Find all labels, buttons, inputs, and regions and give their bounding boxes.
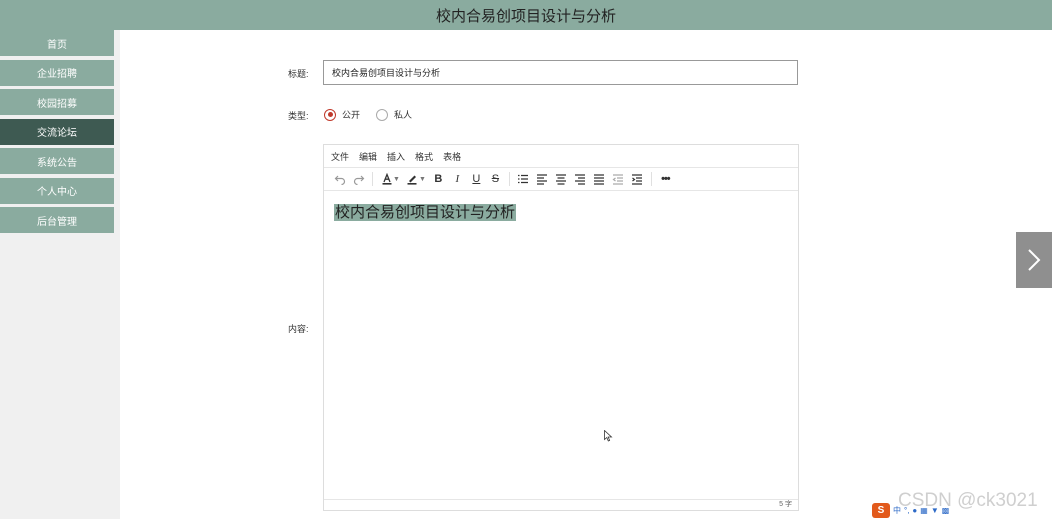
sogou-logo-icon[interactable]: S	[872, 503, 890, 518]
menu-edit[interactable]: 编辑	[359, 150, 377, 163]
align-center-icon[interactable]	[552, 170, 571, 188]
content-label: 内容:	[288, 324, 309, 334]
outdent-icon[interactable]	[609, 170, 628, 188]
editor-statusbar: 5 字	[324, 499, 798, 510]
radio-public[interactable]	[324, 108, 336, 121]
type-radio-group: 公开 私人	[324, 108, 428, 121]
punctuation-icon[interactable]: °,	[904, 506, 909, 515]
align-right-icon[interactable]	[571, 170, 590, 188]
editor-content-area[interactable]: 校内合易创项目设计与分析	[324, 191, 798, 497]
toolbar-divider	[650, 172, 652, 186]
italic-icon[interactable]: I	[448, 170, 467, 188]
editor-toolbar: ▼ ▼ B I U S •••	[324, 167, 798, 191]
indent-icon[interactable]	[628, 170, 647, 188]
radio-private[interactable]	[376, 108, 389, 121]
chevron-down-icon[interactable]: ▼	[393, 176, 400, 183]
radio-public-label[interactable]: 公开	[342, 108, 360, 121]
sidebar-item-campus-recruit[interactable]: 校园招募	[0, 89, 114, 115]
radio-private-label[interactable]: 私人	[394, 108, 412, 121]
main-content: 标题: 类型: 公开 私人 内容: 文件 编辑 插入 格式 表格 ▼	[120, 30, 1052, 519]
sidebar-item-home[interactable]: 首页	[0, 30, 114, 56]
list-icon[interactable]	[514, 170, 533, 188]
title-input[interactable]	[323, 60, 798, 85]
toolbox-icon[interactable]: ▩	[942, 506, 950, 515]
sidebar-item-announcements[interactable]: 系统公告	[0, 148, 114, 174]
menu-file[interactable]: 文件	[331, 150, 349, 163]
ime-toolbar: S 中 °, ● ▦ ▼ ▩	[872, 503, 949, 518]
sidebar: 首页 企业招聘 校园招募 交流论坛 系统公告 个人中心 后台管理	[0, 30, 120, 519]
keyboard-icon[interactable]: ▦	[920, 506, 928, 515]
menu-insert[interactable]: 插入	[387, 150, 405, 163]
sidebar-item-admin[interactable]: 后台管理	[0, 207, 114, 233]
rich-text-editor: 文件 编辑 插入 格式 表格 ▼ ▼ B I U S ••• 校内合易创项目设计…	[323, 144, 799, 511]
mouse-cursor-icon	[604, 430, 613, 442]
toolbar-divider	[508, 172, 510, 186]
toolbar-divider	[372, 172, 373, 186]
align-justify-icon[interactable]	[590, 170, 609, 188]
menu-format[interactable]: 格式	[415, 150, 433, 163]
title-label: 标题:	[288, 69, 309, 79]
chevron-right-icon	[1028, 249, 1041, 271]
sidebar-item-personal-center[interactable]: 个人中心	[0, 177, 114, 204]
sidebar-item-forum[interactable]: 交流论坛	[0, 118, 114, 145]
top-header: 校内合易创项目设计与分析	[0, 0, 1052, 30]
page-title: 校内合易创项目设计与分析	[435, 7, 616, 25]
sidebar-item-enterprise-recruit[interactable]: 企业招聘	[0, 59, 114, 86]
skin-icon[interactable]: ▼	[931, 506, 939, 515]
more-icon[interactable]: •••	[656, 170, 675, 188]
menu-table[interactable]: 表格	[443, 150, 461, 163]
strikethrough-icon[interactable]: S	[486, 170, 505, 188]
undo-icon[interactable]	[330, 170, 349, 188]
align-left-icon[interactable]	[533, 170, 552, 188]
ime-mode-indicator[interactable]: 中	[893, 505, 901, 516]
underline-icon[interactable]: U	[467, 170, 486, 188]
editor-content-text[interactable]: 校内合易创项目设计与分析	[334, 204, 517, 221]
editor-menubar: 文件 编辑 插入 格式 表格	[324, 145, 798, 167]
microphone-icon[interactable]: ●	[912, 506, 917, 515]
word-count: 5 字	[779, 501, 792, 508]
redo-icon[interactable]	[349, 170, 368, 188]
type-label: 类型:	[288, 111, 309, 121]
chevron-down-icon[interactable]: ▼	[419, 176, 426, 183]
bold-icon[interactable]: B	[429, 170, 448, 188]
next-arrow-button[interactable]	[1016, 232, 1052, 288]
